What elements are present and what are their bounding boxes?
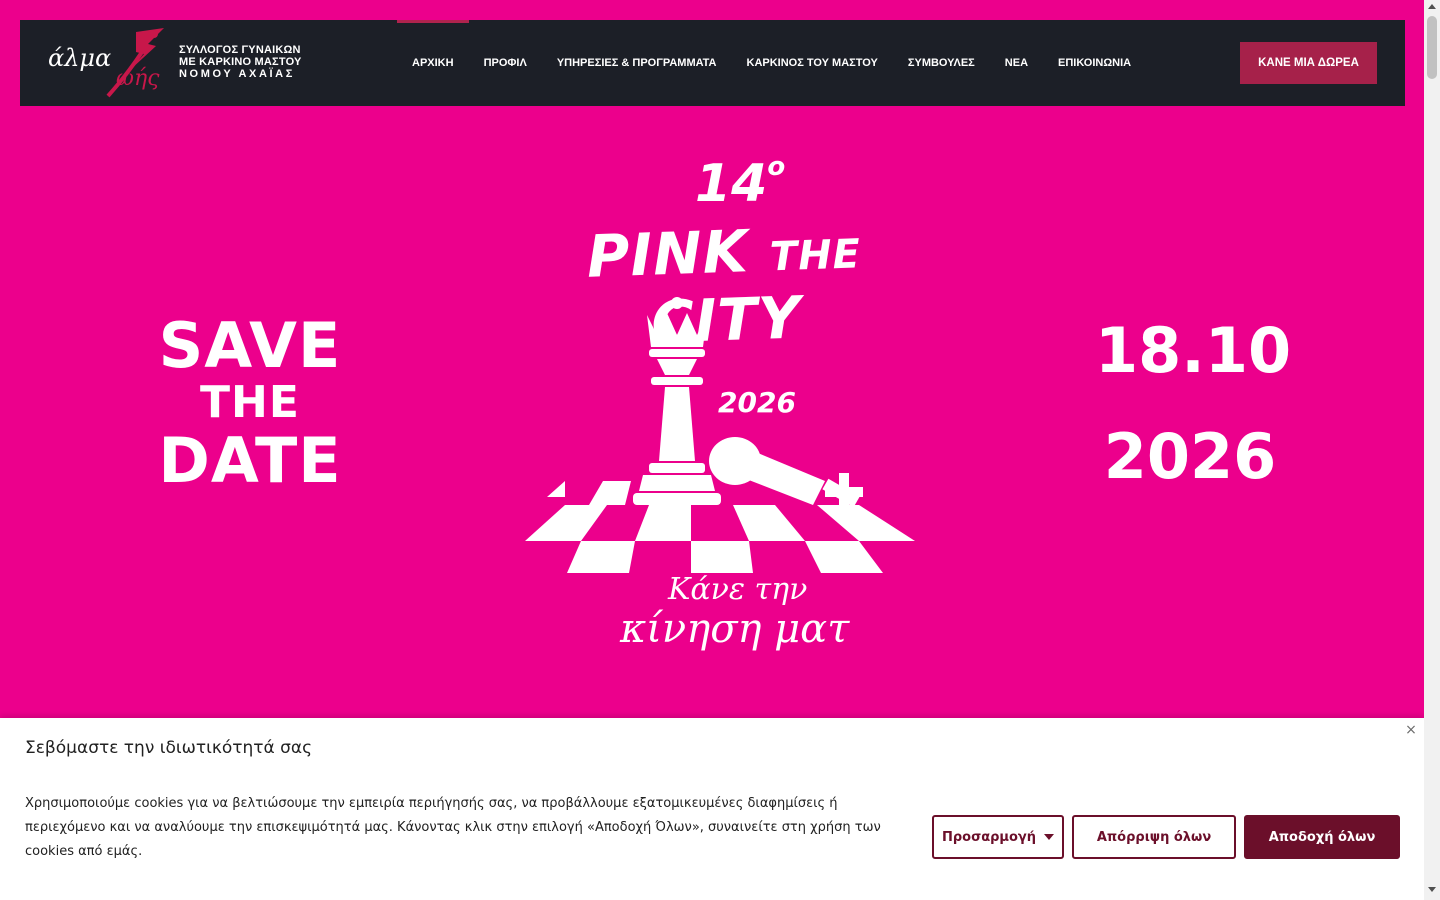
edition-number-suffix: o: [767, 152, 786, 182]
event-title-the: THE: [769, 231, 862, 281]
logo-tagline-line3: ΝΟΜΟΥ ΑΧΑΪΑΣ: [179, 68, 295, 80]
event-year: 2026: [718, 386, 796, 419]
main-nav: ΑΡΧΙΚΗ ΠΡΟΦΙΛ ΥΠΗΡΕΣΙΕΣ & ΠΡΟΓΡΑΜΜΑΤΑ ΚΑ…: [397, 20, 1146, 106]
event-title-pink: PINK: [585, 217, 750, 291]
cookie-customize-label: Προσαρμογή: [941, 829, 1037, 845]
donate-button[interactable]: ΚΑΝΕ ΜΙΑ ΔΩΡΕΑ: [1240, 42, 1377, 84]
scroll-down-arrow-icon[interactable]: [1428, 887, 1436, 892]
logo-tagline-line1: ΣΥΛΛΟΓΟΣ ΓΥΝΑΙΚΩΝ: [179, 44, 301, 56]
nav-item-contact[interactable]: ΕΠΙΚΟΙΝΩΝΙΑ: [1043, 20, 1146, 106]
scrollbar-thumb[interactable]: [1427, 16, 1437, 79]
save-the-date-line1: SAVE: [158, 309, 342, 382]
cookie-customize-button[interactable]: Προσαρμογή: [932, 815, 1064, 859]
page: άλμα ωής ΣΥΛΛΟΓΟΣ ΓΥΝΑΙΚΩΝ ΜΕ ΚΑΡΚΙΝΟ ΜΑ…: [0, 0, 1424, 900]
cookie-description: Χρησιμοποιούμε cookies για να βελτιώσουμ…: [25, 796, 881, 859]
caret-down-icon: [1044, 834, 1055, 840]
cookie-close-icon[interactable]: ×: [1403, 722, 1419, 738]
page-scrollbar[interactable]: [1424, 0, 1440, 900]
cookie-accept-all-button[interactable]: Αποδοχή όλων: [1244, 815, 1400, 859]
save-the-date-line3: DATE: [158, 424, 342, 497]
event-date-year: 2026: [1103, 420, 1277, 493]
logo-tagline-line2: ΜΕ ΚΑΡΚΙΝΟ ΜΑΣΤΟΥ: [179, 56, 302, 68]
site-logo[interactable]: άλμα ωής ΣΥΛΛΟΓΟΣ ΓΥΝΑΙΚΩΝ ΜΕ ΚΑΡΚΙΝΟ ΜΑ…: [46, 26, 306, 100]
slogan-line1: Κάνε την: [668, 572, 808, 607]
edition-number-value: 14: [695, 154, 768, 214]
save-the-date-line2: THE: [200, 377, 300, 428]
edition-number: 14o: [695, 152, 786, 214]
nav-item-services[interactable]: ΥΠΗΡΕΣΙΕΣ & ΠΡΟΓΡΑΜΜΑΤΑ: [542, 20, 732, 106]
scroll-up-arrow-icon[interactable]: [1428, 4, 1436, 9]
nav-item-home[interactable]: ΑΡΧΙΚΗ: [397, 20, 469, 106]
site-header: άλμα ωής ΣΥΛΛΟΓΟΣ ΓΥΝΑΙΚΩΝ ΜΕ ΚΑΡΚΙΝΟ ΜΑ…: [20, 20, 1405, 106]
logo-word-zois: ωής: [116, 66, 160, 91]
cookie-title: Σεβόμαστε την ιδιωτικότητά σας: [25, 738, 313, 758]
nav-item-advice[interactable]: ΣΥΜΒΟΥΛΕΣ: [893, 20, 990, 106]
slogan-line2: κίνηση ματ: [620, 606, 850, 652]
nav-item-breast-cancer[interactable]: ΚΑΡΚΙΝΟΣ ΤΟΥ ΜΑΣΤΟΥ: [732, 20, 893, 106]
nav-item-profile[interactable]: ΠΡΟΦΙΛ: [469, 20, 542, 106]
chess-queen-board-illustration: [525, 297, 915, 573]
nav-item-news[interactable]: ΝΕΑ: [990, 20, 1043, 106]
cookie-consent-banner: × Σεβόμαστε την ιδιωτικότητά σας Χρησιμο…: [0, 718, 1424, 900]
event-date-day-month: 18.10: [1095, 314, 1292, 387]
hero-banner[interactable]: SAVE THE DATE 14o PINK THE CITY 2026 Κάν…: [0, 106, 1424, 718]
cookie-reject-all-button[interactable]: Απόρριψη όλων: [1072, 815, 1236, 859]
logo-tagline: ΣΥΛΛΟΓΟΣ ΓΥΝΑΙΚΩΝ ΜΕ ΚΑΡΚΙΝΟ ΜΑΣΤΟΥ ΝΟΜΟ…: [179, 44, 302, 80]
